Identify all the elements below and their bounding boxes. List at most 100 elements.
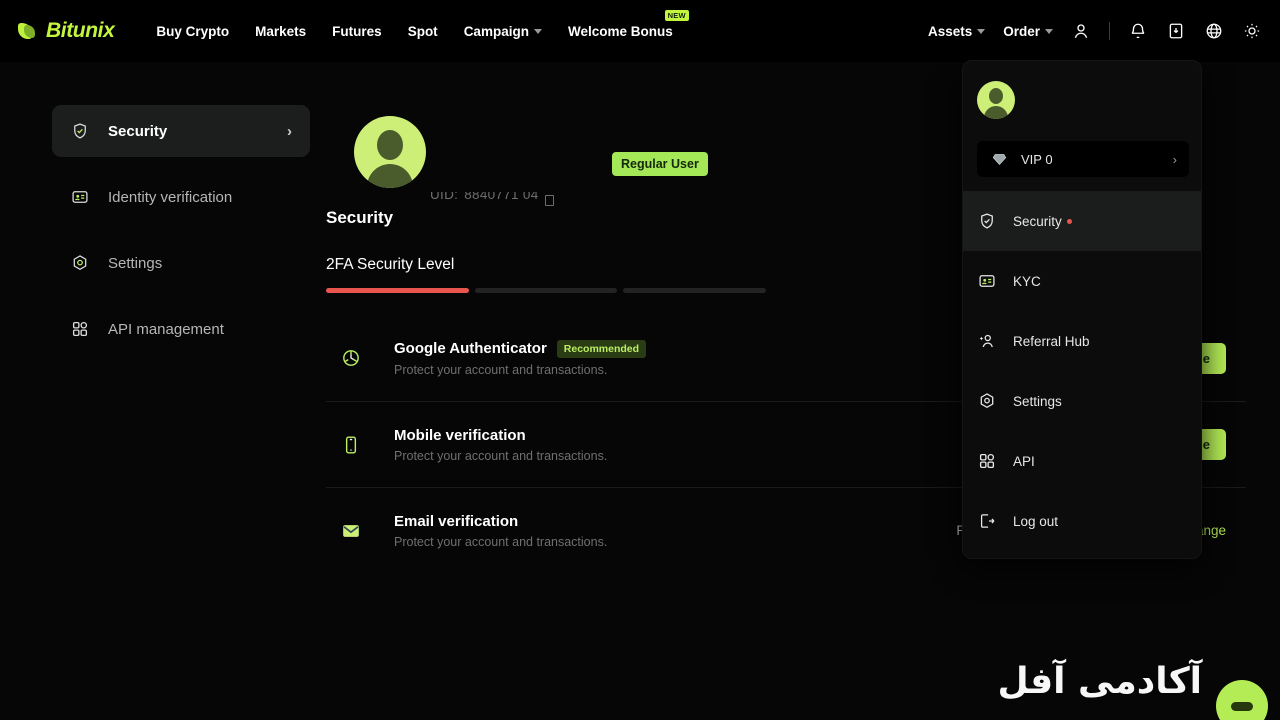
header-right-group: Assets Order (928, 21, 1262, 41)
security-row-title-group: Mobile verification (394, 427, 607, 444)
security-row-title-group: Google Authenticator Recommended (394, 339, 647, 358)
copy-icon[interactable] (544, 195, 554, 206)
sidebar-item-api-management[interactable]: API management (52, 303, 310, 355)
dropdown-item-label-group: API (1013, 454, 1035, 469)
user-level-badge: Regular User (612, 152, 708, 176)
dropdown-item-label: Log out (1013, 513, 1059, 529)
gear-hex-icon (70, 253, 90, 273)
chevron-down-icon (533, 28, 542, 34)
watermark-text: آکادمی آفل (997, 661, 1203, 702)
nav-item-campaign[interactable]: Campaign (464, 24, 542, 39)
settings-sidebar: Security › Identity verification Setting… (52, 105, 310, 355)
order-label: Order (1003, 23, 1040, 39)
sidebar-item-settings[interactable]: Settings (52, 237, 310, 289)
grid-icon (977, 451, 997, 471)
vip-level-card[interactable]: VIP 0 › (977, 141, 1189, 177)
shield-check-icon (977, 211, 997, 231)
id-card-icon (70, 187, 90, 207)
dropdown-item-label-group: Log out (1013, 514, 1058, 529)
nav-item-spot[interactable]: Spot (408, 24, 438, 39)
assets-menu[interactable]: Assets (927, 23, 986, 39)
page-root: Bitunix Buy Crypto Markets Futures Spot … (0, 0, 1280, 720)
uid-row: UID: 8840771 04 (430, 192, 554, 206)
sidebar-item-identity-verification[interactable]: Identity verification (52, 171, 310, 223)
nav-item-buy-crypto[interactable]: Buy Crypto (156, 24, 229, 39)
twofa-security-meter (326, 288, 767, 293)
sidebar-item-label: API management (108, 320, 224, 338)
chevron-right-icon: › (287, 122, 292, 140)
bell-icon[interactable] (1128, 21, 1148, 41)
uid-label: UID: (430, 192, 459, 202)
bitunix-logo-icon (18, 20, 40, 42)
chevron-right-icon: › (1172, 151, 1177, 167)
nav-label: Futures (332, 23, 382, 39)
brand-logo[interactable]: Bitunix (18, 19, 115, 43)
security-row-texts: Email verification Protect your account … (394, 513, 607, 549)
sidebar-item-security[interactable]: Security › (52, 105, 310, 157)
dropdown-item-log-out[interactable]: Log out (963, 491, 1201, 551)
nav-label: Buy Crypto (156, 23, 230, 39)
dropdown-item-security[interactable]: Security (963, 191, 1201, 251)
dropdown-item-label-group: Security (1013, 214, 1072, 229)
id-card-icon (977, 271, 997, 291)
meter-segment (623, 288, 767, 293)
nav-item-welcome-bonus[interactable]: Welcome Bonus NEW (567, 9, 689, 39)
referral-icon (977, 331, 997, 351)
user-icon[interactable] (1071, 21, 1091, 41)
order-menu[interactable]: Order (1003, 24, 1053, 39)
meter-segment (474, 288, 618, 293)
chevron-down-icon (977, 28, 986, 34)
dropdown-item-label: Referral Hub (1013, 333, 1090, 349)
dropdown-item-settings[interactable]: Settings (963, 371, 1201, 431)
main-nav: Buy Crypto Markets Futures Spot Campaign… (156, 9, 689, 39)
user-account-dropdown: VIP 0 › Security KYC Referral Hub Settin… (962, 60, 1202, 559)
dropdown-item-label: Security (1013, 213, 1062, 229)
authenticator-icon (340, 347, 362, 369)
dropdown-item-label: Settings (1013, 393, 1062, 409)
dropdown-item-referral-hub[interactable]: Referral Hub (963, 311, 1201, 371)
grid-icon (70, 319, 90, 339)
dropdown-avatar[interactable] (977, 81, 1015, 119)
security-row-title-group: Email verification (394, 513, 607, 530)
nav-label: Spot (407, 23, 438, 39)
dropdown-item-label-group: Referral Hub (1013, 334, 1090, 349)
nav-item-futures[interactable]: Futures (332, 24, 382, 39)
security-row-title: Mobile verification (394, 426, 526, 444)
sidebar-item-label: Identity verification (108, 188, 233, 206)
security-row-title: Email verification (394, 512, 519, 530)
recommended-badge: Recommended (556, 339, 647, 358)
nav-label: Campaign (463, 23, 529, 39)
dropdown-item-label: API (1013, 453, 1035, 469)
security-row-texts: Google Authenticator Recommended Protect… (394, 339, 647, 377)
dropdown-item-kyc[interactable]: KYC (963, 251, 1201, 311)
security-row-desc: Protect your account and transactions. (394, 362, 608, 377)
sidebar-item-label: Settings (108, 254, 163, 272)
mobile-icon (340, 434, 362, 456)
alert-dot-icon (1066, 218, 1072, 224)
nav-label: Welcome Bonus (567, 23, 673, 39)
download-icon[interactable] (1166, 21, 1186, 41)
header-divider (1109, 22, 1110, 40)
security-row-title: Google Authenticator (394, 340, 547, 357)
dropdown-item-label-group: KYC (1013, 274, 1041, 289)
theme-icon[interactable] (1242, 21, 1262, 41)
nav-item-markets[interactable]: Markets (255, 24, 306, 39)
meter-segment (326, 288, 469, 293)
top-header: Bitunix Buy Crypto Markets Futures Spot … (0, 0, 1280, 62)
security-row-texts: Mobile verification Protect your account… (394, 427, 607, 463)
uid-value: 8840771 04 (464, 192, 539, 202)
sidebar-item-label: Security (108, 122, 168, 140)
chat-icon (1231, 701, 1253, 711)
new-badge: NEW (664, 9, 689, 21)
dropdown-item-api[interactable]: API (963, 431, 1201, 491)
assets-label: Assets (927, 23, 973, 39)
shield-check-icon (70, 121, 90, 141)
security-row-desc: Protect your account and transactions. (394, 448, 608, 463)
globe-icon[interactable] (1204, 21, 1224, 41)
avatar[interactable] (354, 116, 426, 188)
security-row-desc: Protect your account and transactions. (394, 534, 608, 549)
support-chat-button[interactable] (1216, 680, 1268, 720)
dropdown-item-label: KYC (1013, 273, 1041, 289)
email-icon (340, 520, 362, 542)
gear-hex-icon (977, 391, 997, 411)
